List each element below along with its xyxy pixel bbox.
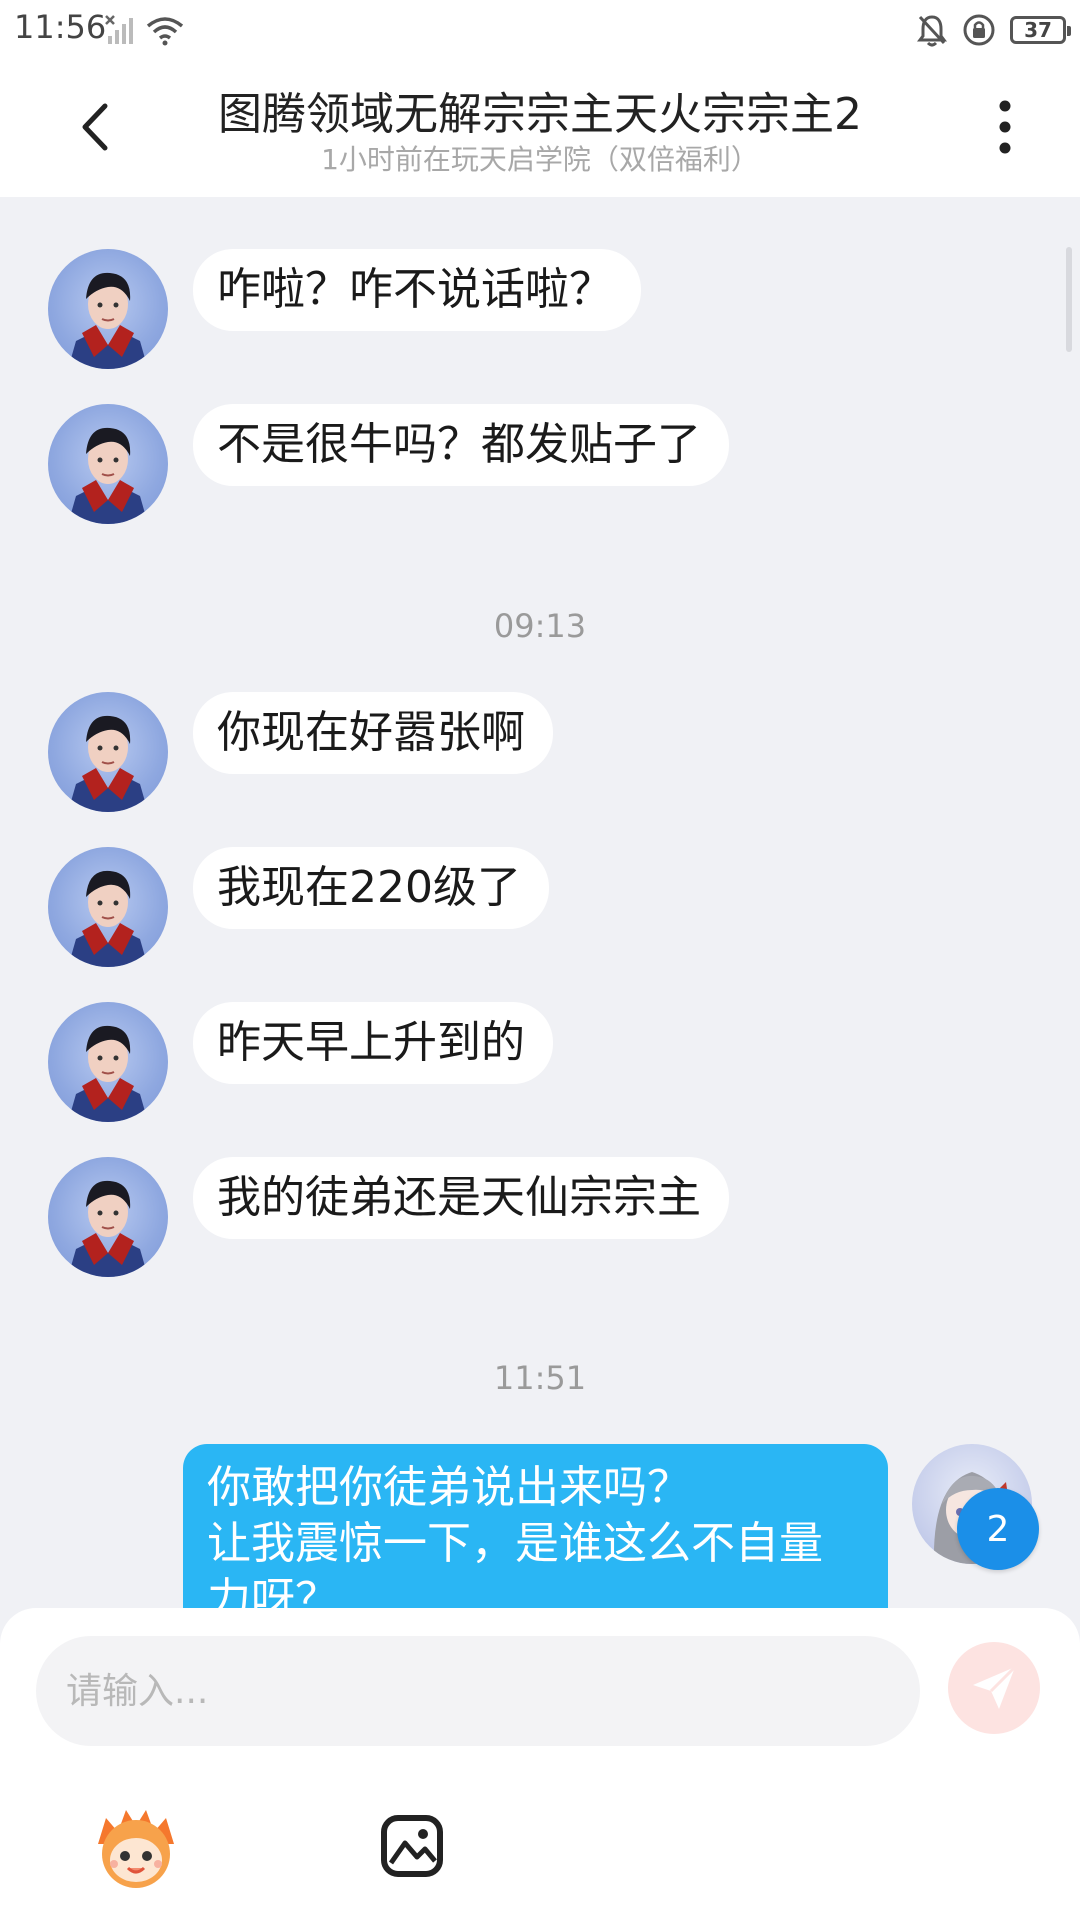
- contact-avatar[interactable]: [48, 1002, 168, 1122]
- rotation-lock-icon: [963, 14, 995, 46]
- image-icon: [381, 1815, 443, 1877]
- incoming-message-bubble[interactable]: 我的徒弟还是天仙宗宗主: [193, 1157, 729, 1239]
- incoming-message-bubble[interactable]: 我现在220级了: [193, 847, 549, 929]
- more-options-button[interactable]: [970, 92, 1040, 162]
- contact-avatar[interactable]: [48, 249, 168, 369]
- chat-screen: 11:56 37 图腾领域无解宗宗主天火宗宗主2 1小时前在玩天启学院（双倍福利…: [0, 0, 1080, 1920]
- send-button[interactable]: [948, 1642, 1040, 1734]
- status-bar: 11:56 37: [0, 0, 1080, 60]
- contact-avatar[interactable]: [48, 404, 168, 524]
- status-left-icons: [104, 10, 184, 50]
- wifi-icon: [146, 17, 184, 46]
- mute-bell-icon: [917, 15, 947, 47]
- incoming-message-bubble[interactable]: 你现在好嚣张啊: [193, 692, 553, 774]
- chat-title: 图腾领域无解宗宗主天火宗宗主2: [218, 89, 862, 140]
- send-icon: [973, 1665, 1017, 1709]
- avatar-character-icon: [68, 1180, 148, 1277]
- chevron-left-icon: [82, 103, 108, 151]
- avatar-character-icon: [68, 272, 148, 369]
- more-vertical-icon: [999, 100, 1011, 154]
- incoming-message-bubble[interactable]: 不是很牛吗？都发贴子了: [193, 404, 729, 486]
- unread-badge[interactable]: 2: [957, 1488, 1039, 1570]
- avatar-character-icon: [68, 1025, 148, 1122]
- avatar-character-icon: [68, 715, 148, 812]
- battery-icon: 37: [1010, 16, 1071, 44]
- incoming-message-bubble[interactable]: 咋啦？咋不说话啦？: [193, 249, 641, 331]
- message-list[interactable]: 咋啦？咋不说话啦？ 不是很牛吗？都发贴子了 09:13 你现在好嚣张啊 我现在2…: [0, 197, 1080, 1610]
- chat-header: 图腾领域无解宗宗主天火宗宗主2 1小时前在玩天启学院（双倍福利）: [0, 60, 1080, 197]
- battery-level: 37: [1024, 18, 1052, 42]
- outgoing-message-bubble[interactable]: 你敢把你徒弟说出来吗？ 让我震惊一下，是谁这么不自量 力呀？: [183, 1444, 888, 1610]
- status-time: 11:56: [14, 8, 107, 46]
- back-button[interactable]: [60, 92, 130, 162]
- contact-avatar[interactable]: [48, 1157, 168, 1277]
- signal-off-icon: [105, 15, 133, 44]
- scrollbar[interactable]: [1066, 247, 1072, 352]
- timestamp-divider: 11:51: [493, 1359, 587, 1397]
- incoming-message-bubble[interactable]: 昨天早上升到的: [193, 1002, 553, 1084]
- avatar-character-icon: [68, 870, 148, 967]
- status-right-icons: 37: [916, 10, 1071, 50]
- emoji-mascot-icon: [98, 1810, 174, 1888]
- contact-avatar[interactable]: [48, 847, 168, 967]
- emoji-button[interactable]: [88, 1798, 184, 1894]
- image-button[interactable]: [364, 1798, 460, 1894]
- chat-subtitle: 1小时前在玩天启学院（双倍福利）: [321, 143, 759, 176]
- outgoing-message-line: 你敢把你徒弟说出来吗？: [207, 1462, 691, 1513]
- timestamp-divider: 09:13: [493, 607, 587, 645]
- composer-panel: [0, 1608, 1080, 1920]
- outgoing-message-line: 力呀？: [207, 1574, 339, 1610]
- message-input[interactable]: [36, 1636, 920, 1746]
- avatar-character-icon: [68, 427, 148, 524]
- outgoing-message-line: 让我震惊一下，是谁这么不自量: [207, 1518, 823, 1569]
- contact-avatar[interactable]: [48, 692, 168, 812]
